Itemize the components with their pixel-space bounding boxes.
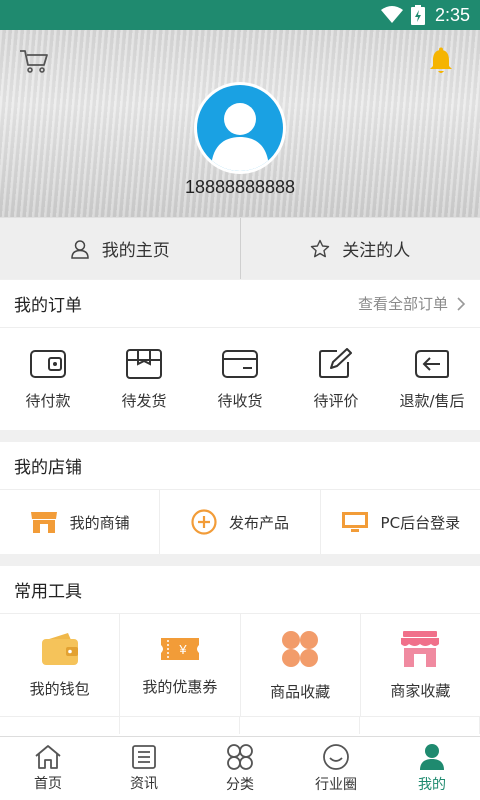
tab-industry-circle-label: 行业圈 xyxy=(315,777,357,793)
notification-button[interactable] xyxy=(426,46,456,76)
publish-product-button[interactable]: 发布产品 xyxy=(159,490,319,554)
wifi-icon xyxy=(380,6,403,23)
order-pending-receipt-label: 待收货 xyxy=(217,391,263,410)
order-refund[interactable]: 退款/售后 xyxy=(384,328,480,430)
shop-section: 我的店铺 我的商铺 发布产品 PC后台登录 xyxy=(0,442,480,554)
publish-product-label: 发布产品 xyxy=(228,513,289,532)
product-favorites-button[interactable]: 商品收藏 xyxy=(241,614,361,716)
default-avatar-icon xyxy=(211,103,269,171)
tab-category[interactable]: 分类 xyxy=(192,737,288,800)
tab-news-label: 资讯 xyxy=(130,776,158,792)
storefront-icon xyxy=(30,512,57,533)
shop-title: 我的店铺 xyxy=(14,458,82,478)
store-favorites-label: 商家收藏 xyxy=(390,681,451,700)
clover-icon xyxy=(282,630,319,667)
my-homepage-button[interactable]: 我的主页 xyxy=(0,218,240,279)
battery-icon xyxy=(410,5,425,25)
return-icon xyxy=(415,349,449,378)
edit-icon xyxy=(319,347,352,378)
order-refund-label: 退款/售后 xyxy=(399,391,465,410)
product-favorites-label: 商品收藏 xyxy=(270,682,331,701)
status-bar: 2:35 xyxy=(0,0,480,30)
view-all-orders-label: 查看全部订单 xyxy=(357,295,448,313)
order-pending-shipment-label: 待发货 xyxy=(121,391,167,410)
order-pending-review[interactable]: 待评价 xyxy=(288,328,384,430)
my-wallet-label: 我的钱包 xyxy=(29,679,90,698)
card-icon xyxy=(222,349,258,378)
coupon-icon: ¥ xyxy=(160,637,199,660)
tab-mine-label: 我的 xyxy=(418,777,446,793)
my-store-button[interactable]: 我的商铺 xyxy=(0,490,159,554)
pc-backend-login-label: PC后台登录 xyxy=(380,513,461,532)
order-pending-payment[interactable]: 待付款 xyxy=(0,328,96,430)
tab-home[interactable]: 首页 xyxy=(0,737,96,800)
orders-section: 我的订单 查看全部订单 待付款 待发货 待收货 待评价 退款/售后 xyxy=(0,280,480,430)
avatar[interactable] xyxy=(194,82,286,174)
person-icon xyxy=(420,744,444,770)
bottom-tab-bar: 首页 资讯 分类 行业圈 我的 xyxy=(0,736,480,800)
tools-section: 常用工具 我的钱包 ¥ 我的优惠券 商品收藏 商家收藏 xyxy=(0,566,480,736)
news-icon xyxy=(132,745,156,769)
plus-circle-icon xyxy=(191,509,217,535)
following-label: 关注的人 xyxy=(342,241,411,261)
star-icon xyxy=(311,239,330,257)
order-pending-review-label: 待评价 xyxy=(313,391,359,410)
pc-backend-login-button[interactable]: PC后台登录 xyxy=(319,490,480,554)
tab-category-label: 分类 xyxy=(226,777,254,793)
my-coupons-label: 我的优惠券 xyxy=(142,677,218,696)
store-favorites-button[interactable]: 商家收藏 xyxy=(361,614,480,716)
cart-icon xyxy=(20,50,48,73)
home-icon xyxy=(35,745,61,769)
store-icon xyxy=(401,630,440,667)
wallet-icon xyxy=(30,349,66,378)
smile-icon xyxy=(323,744,349,770)
wallet-icon xyxy=(41,632,78,665)
my-coupons-button[interactable]: ¥ 我的优惠券 xyxy=(120,614,241,716)
order-pending-shipment[interactable]: 待发货 xyxy=(96,328,192,430)
tools-title: 常用工具 xyxy=(14,582,82,602)
orders-title: 我的订单 xyxy=(14,296,82,316)
package-icon xyxy=(126,348,162,379)
my-homepage-label: 我的主页 xyxy=(101,241,170,261)
view-all-orders-link[interactable]: 查看全部订单 xyxy=(358,293,466,314)
user-phone: 18888888888 xyxy=(184,177,296,197)
chevron-right-icon xyxy=(457,296,466,311)
tab-home-label: 首页 xyxy=(34,776,62,792)
following-button[interactable]: 关注的人 xyxy=(239,218,480,279)
bell-icon xyxy=(430,47,452,73)
svg-text:¥: ¥ xyxy=(178,642,187,657)
clock: 2:35 xyxy=(434,4,470,25)
profile-header: 18888888888 xyxy=(0,30,480,217)
category-icon xyxy=(227,744,253,770)
order-pending-receipt[interactable]: 待收货 xyxy=(192,328,288,430)
order-pending-payment-label: 待付款 xyxy=(25,391,71,410)
tab-mine[interactable]: 我的 xyxy=(384,737,480,800)
tab-news[interactable]: 资讯 xyxy=(96,737,192,800)
monitor-icon xyxy=(341,512,368,532)
profile-links: 我的主页 关注的人 xyxy=(0,217,480,279)
my-wallet-button[interactable]: 我的钱包 xyxy=(0,614,121,716)
cart-button[interactable] xyxy=(18,48,50,74)
tab-industry-circle[interactable]: 行业圈 xyxy=(288,737,384,800)
my-store-label: 我的商铺 xyxy=(69,513,130,532)
user-icon xyxy=(70,239,89,259)
